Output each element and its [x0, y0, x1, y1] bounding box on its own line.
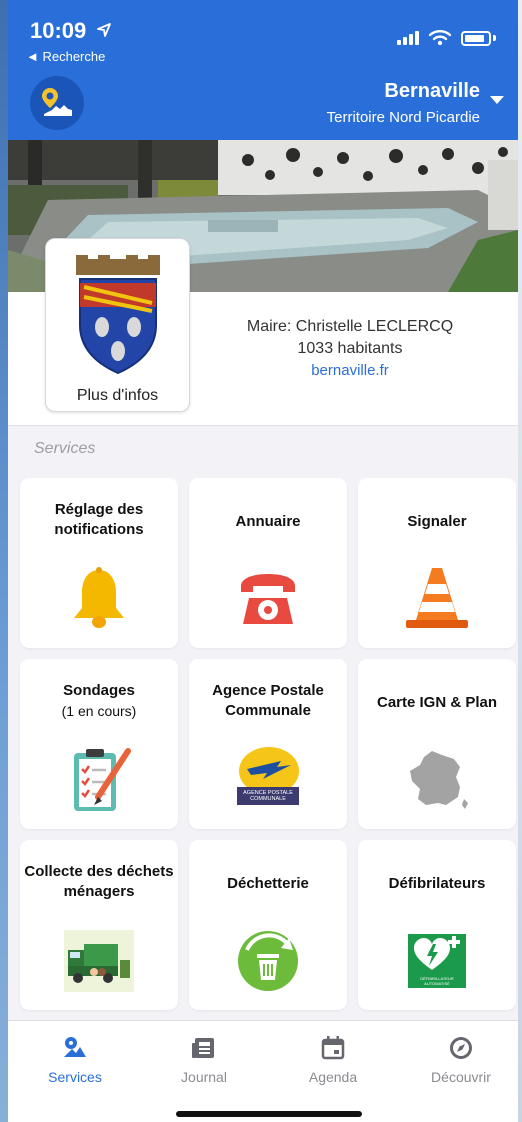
tab-discover[interactable]: Découvrir: [406, 1035, 516, 1085]
garbage-truck-icon: [64, 930, 134, 992]
battery-tip: [493, 35, 496, 41]
tile-report[interactable]: Signaler: [358, 478, 516, 648]
map-pin-logo-icon: [42, 88, 72, 116]
tile-defibrillators[interactable]: Défibrilateurs DÉFIBRILLATEUR AUTOMATISÉ: [358, 840, 516, 1010]
town-region: Territoire Nord Picardie: [326, 109, 480, 126]
app-screen: 10:09 ◄ Recherche Bernaville Territoire …: [8, 0, 518, 1122]
tile-polls[interactable]: Sondages (1 en cours): [20, 659, 178, 829]
defibrillator-label: DÉFIBRILLATEUR AUTOMATISÉ: [420, 976, 454, 986]
tile-title: Carte IGN & Plan: [376, 694, 498, 711]
mayor-name: Maire: Christelle LECLERCQ: [246, 318, 454, 335]
town-name: Bernaville: [384, 80, 480, 102]
more-info-label: Plus d'infos: [76, 387, 159, 404]
tile-title: Signaler: [407, 513, 467, 530]
population: 1033 habitants: [297, 340, 403, 357]
app-header: 10:09 ◄ Recherche Bernaville Territoire …: [8, 0, 518, 140]
traffic-cone-icon: [406, 568, 468, 628]
tab-agenda[interactable]: Agenda: [278, 1035, 388, 1085]
la-poste-logo-icon: AGENCE POSTALE COMMUNALE: [233, 745, 303, 815]
tab-services[interactable]: Services: [20, 1035, 130, 1085]
tile-title: Sondages (1 en cours): [24, 681, 174, 721]
battery-icon: [461, 30, 491, 46]
town-selector[interactable]: Bernaville Territoire Nord Picardie: [327, 80, 504, 126]
tile-title-text: Sondages: [63, 682, 135, 699]
services-icon: [64, 1037, 86, 1057]
tab-label: Découvrir: [431, 1069, 491, 1085]
wallpaper-left-edge: [0, 0, 8, 1122]
france-map-icon: [410, 751, 468, 809]
tile-subtitle: (1 en cours): [61, 703, 137, 719]
tile-directory[interactable]: Annuaire: [189, 478, 347, 648]
status-icons: [397, 30, 496, 46]
tile-title: Déchetterie: [227, 875, 309, 892]
cellular-signal-icon: [397, 31, 419, 45]
status-time-text: 10:09: [30, 18, 87, 43]
clipboard-checklist-icon: [74, 748, 131, 811]
tab-label: Journal: [181, 1069, 227, 1085]
tab-label: Services: [48, 1069, 102, 1085]
tile-title: Annuaire: [235, 513, 301, 530]
website-link[interactable]: bernaville.fr: [200, 360, 500, 382]
defibrillator-icon: DÉFIBRILLATEUR AUTOMATISÉ: [402, 926, 472, 996]
calendar-icon: [321, 1036, 345, 1060]
tile-notifications[interactable]: Réglage des notifications: [20, 478, 178, 648]
mayor-info: Maire: Christelle LECLERCQ 1033 habitant…: [200, 316, 500, 382]
tab-bar: Services Journal Agenda Découvrir: [8, 1020, 518, 1122]
tile-title: Défibrilateurs: [388, 875, 486, 892]
status-time: 10:09: [30, 18, 112, 44]
tile-title: Agence Postale Communale: [212, 682, 324, 719]
compass-icon: [450, 1037, 472, 1059]
tile-waste-center[interactable]: Déchetterie: [189, 840, 347, 1010]
home-indicator[interactable]: [176, 1111, 362, 1117]
services-section-title: Services: [34, 440, 96, 457]
post-office-logo-text: AGENCE POSTALE COMMUNALE: [243, 790, 293, 802]
wifi-icon: [429, 30, 451, 46]
tile-map[interactable]: Carte IGN & Plan: [358, 659, 516, 829]
coat-of-arms-icon: [76, 255, 160, 375]
back-to-search-link[interactable]: ◄ Recherche: [26, 49, 105, 64]
telephone-icon: [241, 574, 295, 624]
crest-card[interactable]: Plus d'infos: [45, 238, 190, 412]
app-logo[interactable]: [30, 76, 84, 130]
tab-label: Agenda: [308, 1069, 358, 1085]
location-arrow-icon: [96, 22, 112, 43]
newspaper-icon: [192, 1038, 214, 1058]
recycling-bin-icon: [238, 931, 298, 991]
tab-journal[interactable]: Journal: [149, 1035, 259, 1085]
chevron-down-icon: [490, 96, 504, 104]
tile-waste-collection[interactable]: Collecte des déchets ménagers: [20, 840, 178, 1010]
tile-post-office[interactable]: Agence Postale Communale AGENCE POSTALE …: [189, 659, 347, 829]
tile-title: Réglage des notifications: [54, 501, 144, 538]
bell-icon: [74, 567, 124, 628]
tile-title: Collecte des déchets ménagers: [24, 863, 174, 900]
